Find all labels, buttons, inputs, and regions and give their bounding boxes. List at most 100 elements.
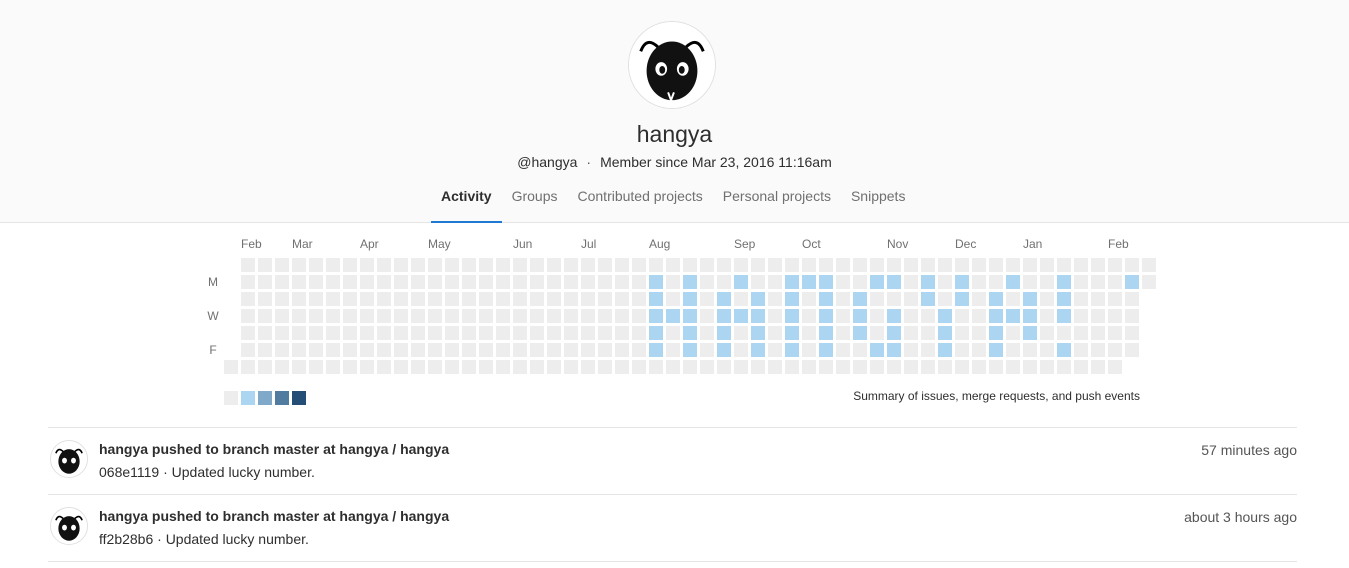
calendar-day-cell[interactable] [411,258,425,272]
calendar-day-cell[interactable] [275,292,289,306]
calendar-day-cell[interactable] [819,360,833,374]
calendar-day-cell[interactable] [615,258,629,272]
calendar-day-cell[interactable] [632,275,646,289]
calendar-day-cell[interactable] [1108,309,1122,323]
calendar-day-cell[interactable] [530,343,544,357]
event-project-link[interactable]: hangya / hangya [339,508,449,524]
calendar-day-cell[interactable] [1091,275,1105,289]
calendar-day-cell[interactable] [938,360,952,374]
calendar-day-cell[interactable] [989,343,1003,357]
calendar-day-cell[interactable] [717,360,731,374]
calendar-day-cell[interactable] [241,343,255,357]
calendar-day-cell[interactable] [1125,292,1139,306]
calendar-day-cell[interactable] [785,326,799,340]
calendar-day-cell[interactable] [717,258,731,272]
calendar-day-cell[interactable] [921,258,935,272]
calendar-day-cell[interactable] [309,275,323,289]
calendar-day-cell[interactable] [241,309,255,323]
calendar-day-cell[interactable] [1091,258,1105,272]
calendar-day-cell[interactable] [530,360,544,374]
calendar-day-cell[interactable] [581,275,595,289]
calendar-day-cell[interactable] [462,309,476,323]
calendar-day-cell[interactable] [853,309,867,323]
calendar-day-cell[interactable] [1023,360,1037,374]
calendar-day-cell[interactable] [411,360,425,374]
calendar-day-cell[interactable] [343,309,357,323]
calendar-day-cell[interactable] [360,309,374,323]
calendar-day-cell[interactable] [768,360,782,374]
calendar-day-cell[interactable] [428,309,442,323]
calendar-day-cell[interactable] [1040,326,1054,340]
calendar-day-cell[interactable] [1057,275,1071,289]
calendar-day-cell[interactable] [938,326,952,340]
calendar-day-cell[interactable] [785,292,799,306]
calendar-day-cell[interactable] [938,258,952,272]
calendar-day-cell[interactable] [598,360,612,374]
calendar-day-cell[interactable] [802,360,816,374]
calendar-day-cell[interactable] [615,292,629,306]
calendar-day-cell[interactable] [581,258,595,272]
calendar-day-cell[interactable] [836,326,850,340]
calendar-day-cell[interactable] [1006,309,1020,323]
calendar-day-cell[interactable] [479,360,493,374]
calendar-day-cell[interactable] [768,326,782,340]
calendar-day-cell[interactable] [1125,258,1139,272]
calendar-day-cell[interactable] [377,360,391,374]
calendar-day-cell[interactable] [411,343,425,357]
calendar-day-cell[interactable] [989,292,1003,306]
calendar-day-cell[interactable] [581,343,595,357]
calendar-day-cell[interactable] [768,292,782,306]
calendar-day-cell[interactable] [530,309,544,323]
calendar-day-cell[interactable] [768,343,782,357]
calendar-day-cell[interactable] [972,292,986,306]
calendar-day-cell[interactable] [802,309,816,323]
calendar-day-cell[interactable] [309,326,323,340]
calendar-day-cell[interactable] [955,292,969,306]
calendar-day-cell[interactable] [462,326,476,340]
calendar-day-cell[interactable] [547,275,561,289]
calendar-day-cell[interactable] [666,309,680,323]
calendar-day-cell[interactable] [479,292,493,306]
calendar-day-cell[interactable] [938,292,952,306]
calendar-day-cell[interactable] [496,343,510,357]
calendar-day-cell[interactable] [1074,258,1088,272]
calendar-day-cell[interactable] [717,326,731,340]
calendar-day-cell[interactable] [1057,326,1071,340]
calendar-day-cell[interactable] [649,309,663,323]
calendar-day-cell[interactable] [649,258,663,272]
calendar-day-cell[interactable] [258,292,272,306]
calendar-day-cell[interactable] [530,292,544,306]
calendar-day-cell[interactable] [241,326,255,340]
calendar-day-cell[interactable] [904,292,918,306]
calendar-day-cell[interactable] [887,292,901,306]
calendar-day-cell[interactable] [870,309,884,323]
calendar-day-cell[interactable] [734,292,748,306]
calendar-day-cell[interactable] [649,326,663,340]
calendar-day-cell[interactable] [258,326,272,340]
calendar-day-cell[interactable] [479,275,493,289]
calendar-day-cell[interactable] [394,275,408,289]
calendar-day-cell[interactable] [360,326,374,340]
calendar-day-cell[interactable] [1040,360,1054,374]
calendar-day-cell[interactable] [972,343,986,357]
calendar-day-cell[interactable] [343,360,357,374]
calendar-day-cell[interactable] [343,275,357,289]
tab-groups[interactable]: Groups [502,187,568,221]
calendar-day-cell[interactable] [1057,343,1071,357]
calendar-day-cell[interactable] [292,275,306,289]
calendar-day-cell[interactable] [377,309,391,323]
calendar-day-cell[interactable] [1006,326,1020,340]
calendar-day-cell[interactable] [938,275,952,289]
calendar-day-cell[interactable] [700,343,714,357]
calendar-day-cell[interactable] [377,258,391,272]
calendar-day-cell[interactable] [428,258,442,272]
calendar-day-cell[interactable] [326,343,340,357]
calendar-day-cell[interactable] [513,309,527,323]
calendar-day-cell[interactable] [615,343,629,357]
calendar-day-cell[interactable] [343,292,357,306]
calendar-day-cell[interactable] [1108,343,1122,357]
calendar-day-cell[interactable] [258,309,272,323]
calendar-day-cell[interactable] [581,326,595,340]
calendar-day-cell[interactable] [309,258,323,272]
calendar-day-cell[interactable] [292,343,306,357]
